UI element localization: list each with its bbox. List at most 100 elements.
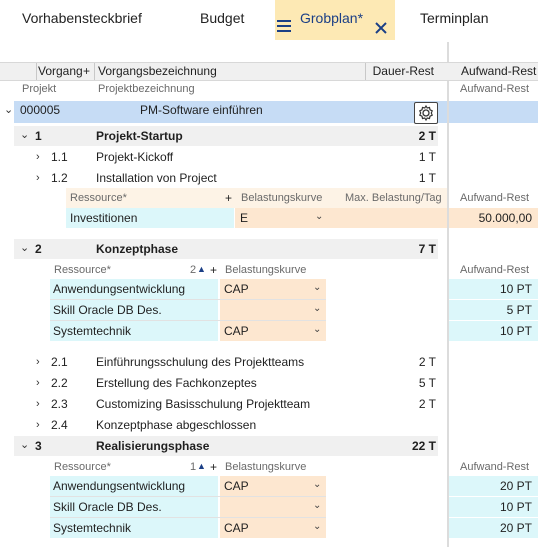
task-row[interactable]: › 2.2 Erstellung des Fachkonzeptes 5 T <box>0 373 447 393</box>
task-name: Konzeptphase abgeschlossen <box>96 418 257 432</box>
resource-name: Investitionen <box>70 211 138 225</box>
sort-order: 1 <box>190 461 197 473</box>
task-name: Installation von Project <box>96 171 217 185</box>
add-resource-button[interactable]: + <box>210 263 217 277</box>
task-row[interactable]: › 1.2 Installation von Project 1 T <box>0 168 447 188</box>
phase-row[interactable] <box>14 436 438 456</box>
res-header-kurve: Belastungskurve <box>225 264 307 276</box>
kurve-value: CAP <box>224 282 249 296</box>
tab-grobplan[interactable]: Grobplan* <box>275 0 395 40</box>
tab-label: Terminplan <box>420 10 489 26</box>
chevron-down-icon[interactable]: ⌄ <box>313 303 321 314</box>
chevron-down-icon[interactable]: ⌄ <box>313 282 321 293</box>
task-name: Einführungsschulung des Projektteams <box>96 355 305 369</box>
task-duration: 1 T <box>418 150 436 164</box>
kurve-select[interactable] <box>235 208 447 228</box>
task-num: 2.1 <box>51 355 68 369</box>
col-header-vorgang[interactable]: Vorgang <box>38 62 83 81</box>
phase-name: Projekt-Startup <box>96 129 183 143</box>
res-header-aufwand: Aufwand-Rest <box>460 192 530 204</box>
res-header-kurve: Belastungskurve <box>241 192 323 204</box>
kurve-select[interactable] <box>220 497 326 517</box>
task-name: Projekt-Kickoff <box>96 150 174 164</box>
tab-bar: Vorhabensteckbrief Budget Grobplan* Term… <box>0 0 538 40</box>
col-header-bezeichnung[interactable]: Vorgangsbezeichnung <box>98 62 217 81</box>
add-resource-button[interactable]: + <box>225 191 232 205</box>
aufwand-value: 50.000,00 <box>478 211 532 225</box>
phase-name: Konzeptphase <box>96 242 179 256</box>
kurve-value: E <box>240 211 249 225</box>
task-num: 2.3 <box>51 397 68 411</box>
expand-icon[interactable]: › <box>36 415 40 435</box>
task-row[interactable]: › 2.4 Konzeptphase abgeschlossen <box>0 415 447 435</box>
phase-num: 3 <box>35 439 42 453</box>
sort-order: 2 <box>190 264 197 276</box>
task-duration: 2 T <box>418 397 436 411</box>
resource-name: Systemtechnik <box>53 324 132 338</box>
kurve-value: CAP <box>224 521 249 535</box>
chevron-down-icon[interactable]: ⌄ <box>315 211 323 222</box>
kurve-select[interactable] <box>220 300 326 320</box>
sort-asc-icon[interactable]: ▲ <box>197 264 206 274</box>
menu-icon[interactable] <box>277 10 291 32</box>
aufwand-value: 10 PT <box>499 282 532 296</box>
project-id: 000005 <box>20 103 61 117</box>
settings-button[interactable] <box>414 102 438 124</box>
kurve-value: CAP <box>224 324 249 338</box>
col-header-dauer[interactable]: Dauer-Rest <box>368 62 434 81</box>
phase-num: 1 <box>35 129 42 143</box>
chevron-down-icon[interactable]: ⌄ <box>313 500 321 511</box>
phase-num: 2 <box>35 242 42 256</box>
task-num: 2.2 <box>51 376 68 390</box>
project-name: PM-Software einführen <box>140 103 263 117</box>
phase-row[interactable] <box>14 126 438 146</box>
res-header-ressource: Ressource* <box>54 264 111 276</box>
aufwand-value: 20 PT <box>499 479 532 493</box>
task-duration: 5 T <box>418 376 436 390</box>
expand-icon[interactable]: › <box>36 147 40 167</box>
expand-icon[interactable]: › <box>36 168 40 188</box>
tab-label: Budget <box>200 10 245 26</box>
sort-asc-icon[interactable]: ▲ <box>197 461 206 471</box>
collapse-phase-icon[interactable]: ⌄ <box>20 438 29 451</box>
collapse-project-icon[interactable]: ⌄ <box>4 103 13 116</box>
task-row[interactable]: › 1.1 Projekt-Kickoff 1 T <box>0 147 447 167</box>
resource-name: Anwendungsentwicklung <box>53 479 186 493</box>
phase-duration: 7 T <box>418 242 436 256</box>
add-resource-button[interactable]: + <box>210 460 217 474</box>
col-header-aufwand[interactable]: Aufwand-Rest <box>461 62 536 81</box>
collapse-phase-icon[interactable]: ⌄ <box>20 241 29 254</box>
resource-name: Skill Oracle DB Des. <box>53 303 162 317</box>
project-row-right <box>449 101 538 123</box>
res-header-ressource: Ressource* <box>54 461 111 473</box>
tab-vorhabensteckbrief[interactable]: Vorhabensteckbrief <box>22 0 142 40</box>
task-duration: 2 T <box>418 355 436 369</box>
chevron-down-icon[interactable]: ⌄ <box>313 521 321 532</box>
expand-icon[interactable]: › <box>36 394 40 414</box>
aufwand-value: 10 PT <box>499 500 532 514</box>
sub-header-projekt: Projekt <box>22 83 57 95</box>
res-header-ressource: Ressource* <box>70 192 127 204</box>
expand-icon[interactable]: › <box>36 352 40 372</box>
task-row[interactable]: › 2.1 Einführungsschulung des Projekttea… <box>0 352 447 372</box>
task-num: 1.2 <box>51 171 68 185</box>
close-icon[interactable] <box>375 11 387 34</box>
task-name: Customizing Basisschulung Projektteam <box>96 397 311 411</box>
phase-duration: 2 T <box>418 129 436 143</box>
tab-label: Vorhabensteckbrief <box>22 10 142 26</box>
tab-terminplan[interactable]: Terminplan <box>420 0 488 40</box>
res-header-kurve: Belastungskurve <box>225 461 307 473</box>
task-row[interactable]: › 2.3 Customizing Basisschulung Projektt… <box>0 394 447 414</box>
kurve-value: CAP <box>224 479 249 493</box>
task-duration: 1 T <box>418 171 436 185</box>
expand-icon[interactable]: › <box>36 373 40 393</box>
res-header-max: Max. Belastung/Tag <box>345 192 442 204</box>
collapse-phase-icon[interactable]: ⌄ <box>20 128 29 141</box>
tab-budget[interactable]: Budget <box>200 0 244 40</box>
chevron-down-icon[interactable]: ⌄ <box>313 324 321 335</box>
res-header-aufwand: Aufwand-Rest <box>460 264 530 276</box>
add-vorgang-button[interactable]: + <box>83 62 90 81</box>
resource-name: Anwendungsentwicklung <box>53 282 186 296</box>
chevron-down-icon[interactable]: ⌄ <box>313 479 321 490</box>
phase-row[interactable] <box>14 239 438 259</box>
